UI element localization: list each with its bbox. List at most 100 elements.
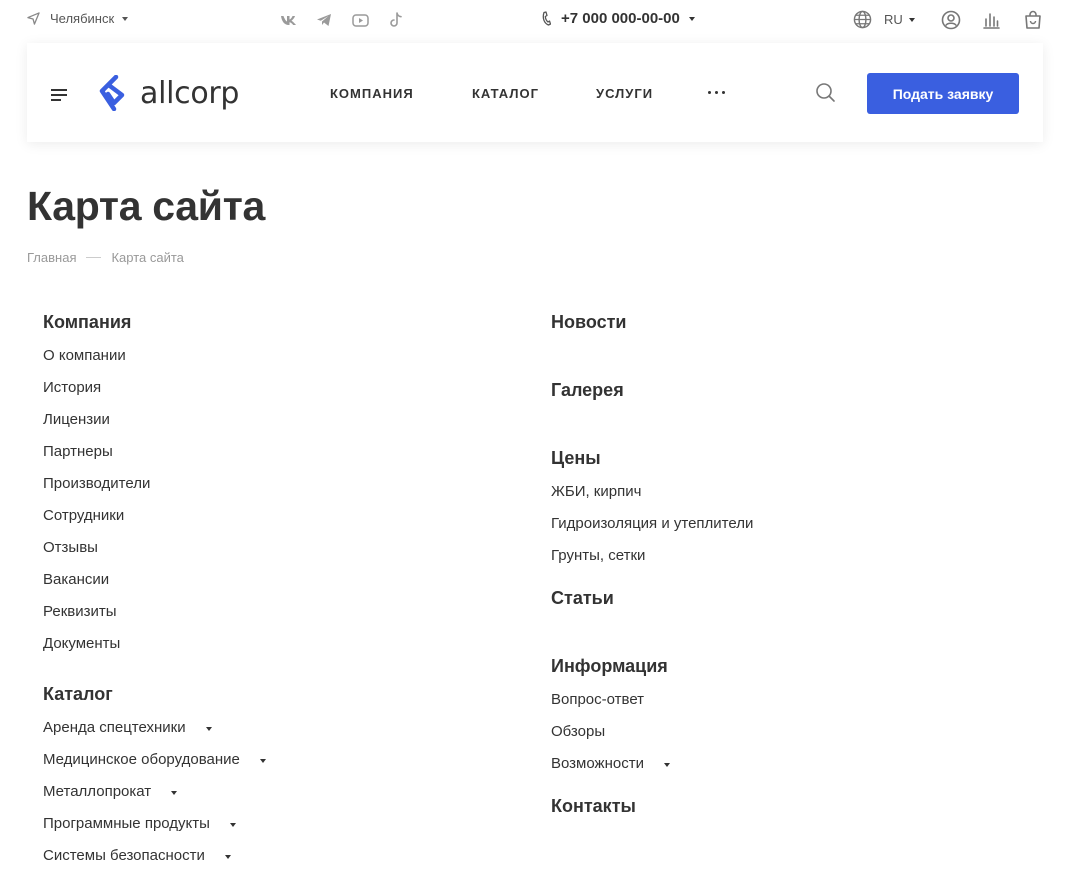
breadcrumb-home[interactable]: Главная	[27, 250, 76, 265]
list-item: ЖБИ, кирпич	[551, 482, 753, 514]
link-security[interactable]: Системы безопасности	[43, 846, 205, 866]
link-documents[interactable]: Документы	[43, 634, 120, 654]
list-item: Аренда спецтехники	[43, 718, 266, 750]
telegram-icon[interactable]	[315, 11, 333, 29]
info-links: Вопрос-ответ Обзоры Возможности	[551, 690, 753, 786]
link-faq[interactable]: Вопрос-ответ	[551, 690, 644, 710]
cart-icon[interactable]	[1022, 9, 1044, 31]
list-item: О компании	[43, 346, 266, 378]
section-title-catalog[interactable]: Каталог	[43, 682, 266, 706]
link-history[interactable]: История	[43, 378, 101, 398]
section-title-prices[interactable]: Цены	[551, 446, 753, 470]
link-equipment-rental[interactable]: Аренда спецтехники	[43, 718, 186, 738]
phone-selector[interactable]: +7 000 000-00-00	[541, 10, 695, 27]
link-staff[interactable]: Сотрудники	[43, 506, 124, 526]
list-item: Металлопрокат	[43, 782, 266, 814]
expand-icon[interactable]	[663, 763, 670, 767]
list-item: Обзоры	[551, 722, 753, 754]
chevron-down-icon	[122, 16, 129, 21]
section-title-info[interactable]: Информация	[551, 654, 753, 678]
top-bar: Челябинск +7 000 000-00-00 RU	[0, 0, 1071, 42]
link-manufacturers[interactable]: Производители	[43, 474, 150, 494]
chevron-down-icon	[908, 17, 915, 22]
link-vacancies[interactable]: Вакансии	[43, 570, 109, 590]
sitemap-section-gallery: Галерея	[551, 378, 753, 402]
submit-request-button[interactable]: Подать заявку	[867, 73, 1019, 114]
list-item: Сотрудники	[43, 506, 266, 538]
sitemap-section-prices: Цены ЖБИ, кирпич Гидроизоляция и утеплит…	[551, 446, 753, 578]
location-arrow-icon	[27, 12, 40, 25]
language-selector[interactable]: RU	[853, 10, 915, 29]
phone-number: +7 000 000-00-00	[561, 10, 680, 27]
link-features[interactable]: Возможности	[551, 754, 644, 774]
link-reviews[interactable]: Отзывы	[43, 538, 98, 558]
list-item: Реквизиты	[43, 602, 266, 634]
sitemap-section-catalog: Каталог Аренда спецтехники Медицинское о…	[43, 682, 266, 878]
link-about[interactable]: О компании	[43, 346, 126, 366]
city-label: Челябинск	[50, 11, 115, 26]
list-item: Гидроизоляция и утеплители	[551, 514, 753, 546]
sitemap-column-right: Новости Галерея Цены ЖБИ, кирпич Гидроиз…	[551, 310, 753, 818]
sitemap-section-contacts: Контакты	[551, 794, 753, 818]
tiktok-icon[interactable]	[387, 11, 405, 29]
list-item: Программные продукты	[43, 814, 266, 846]
list-item: История	[43, 378, 266, 410]
profile-icon[interactable]	[940, 9, 962, 31]
nav-item-company[interactable]: КОМПАНИЯ	[330, 86, 414, 101]
city-selector[interactable]: Челябинск	[27, 11, 129, 26]
link-requisites[interactable]: Реквизиты	[43, 602, 117, 622]
vk-icon[interactable]	[279, 11, 297, 29]
link-licenses[interactable]: Лицензии	[43, 410, 110, 430]
link-partners[interactable]: Партнеры	[43, 442, 113, 462]
list-item: Партнеры	[43, 442, 266, 474]
breadcrumb: Главная Карта сайта	[27, 250, 184, 265]
compare-icon[interactable]	[980, 9, 1002, 31]
sitemap-section-info: Информация Вопрос-ответ Обзоры Возможнос…	[551, 654, 753, 786]
expand-icon[interactable]	[259, 759, 266, 763]
nav-item-services[interactable]: УСЛУГИ	[596, 86, 653, 101]
logo-text: allcorp	[140, 75, 240, 111]
link-insulation[interactable]: Гидроизоляция и утеплители	[551, 514, 753, 534]
burger-icon[interactable]	[51, 89, 67, 101]
link-software[interactable]: Программные продукты	[43, 814, 210, 834]
list-item: Системы безопасности	[43, 846, 266, 878]
section-title-articles[interactable]: Статьи	[551, 586, 753, 610]
nav-item-catalog[interactable]: КАТАЛОГ	[472, 86, 539, 101]
catalog-links: Аренда спецтехники Медицинское оборудова…	[43, 718, 266, 878]
logo[interactable]: allcorp	[98, 75, 239, 111]
list-item: Производители	[43, 474, 266, 506]
social-links	[279, 11, 423, 29]
expand-icon[interactable]	[224, 855, 231, 859]
phone-icon	[542, 11, 551, 26]
section-title-news[interactable]: Новости	[551, 310, 753, 334]
search-icon[interactable]	[815, 82, 836, 108]
sitemap-section-company: Компания О компании История Лицензии Пар…	[43, 310, 266, 666]
link-reviews-articles[interactable]: Обзоры	[551, 722, 605, 742]
sitemap-section-articles: Статьи	[551, 586, 753, 610]
section-title-contacts[interactable]: Контакты	[551, 794, 753, 818]
list-item: Документы	[43, 634, 266, 666]
prices-links: ЖБИ, кирпич Гидроизоляция и утеплители Г…	[551, 482, 753, 578]
section-title-company[interactable]: Компания	[43, 310, 266, 334]
list-item: Вакансии	[43, 570, 266, 602]
more-menu-icon[interactable]	[708, 91, 725, 94]
link-metal[interactable]: Металлопрокат	[43, 782, 151, 802]
sitemap-section-news: Новости	[551, 310, 753, 334]
link-concrete-brick[interactable]: ЖБИ, кирпич	[551, 482, 641, 502]
section-title-gallery[interactable]: Галерея	[551, 378, 753, 402]
company-links: О компании История Лицензии Партнеры Про…	[43, 346, 266, 666]
link-soils-nets[interactable]: Грунты, сетки	[551, 546, 645, 566]
chevron-down-icon	[688, 16, 695, 21]
main-header: allcorp КОМПАНИЯ КАТАЛОГ УСЛУГИ Подать з…	[27, 43, 1043, 142]
breadcrumb-separator	[86, 257, 102, 258]
logo-icon	[99, 75, 125, 111]
expand-icon[interactable]	[205, 727, 212, 731]
list-item: Отзывы	[43, 538, 266, 570]
youtube-icon[interactable]	[351, 11, 369, 29]
expand-icon[interactable]	[229, 823, 236, 827]
link-medical-equipment[interactable]: Медицинское оборудование	[43, 750, 240, 770]
page-title: Карта сайта	[27, 183, 265, 229]
language-label: RU	[884, 12, 903, 27]
expand-icon[interactable]	[171, 791, 178, 795]
list-item: Лицензии	[43, 410, 266, 442]
